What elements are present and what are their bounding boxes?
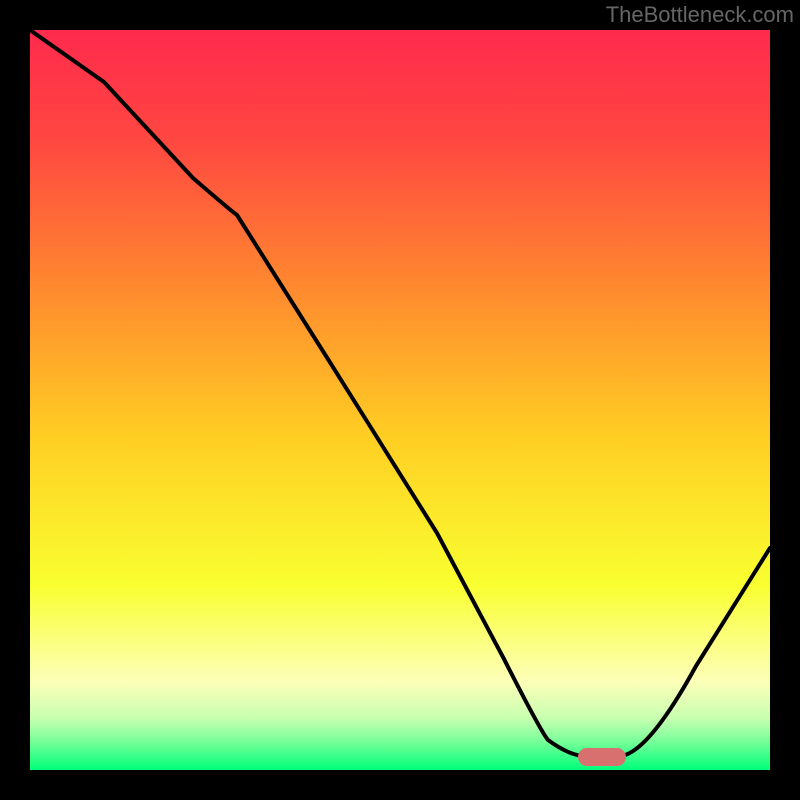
chart-container: TheBottleneck.com	[0, 0, 800, 800]
optimum-marker	[578, 748, 626, 766]
bottleneck-curve	[30, 30, 770, 756]
watermark-text: TheBottleneck.com	[606, 2, 794, 28]
plot-area	[30, 30, 770, 770]
chart-svg	[30, 30, 770, 770]
